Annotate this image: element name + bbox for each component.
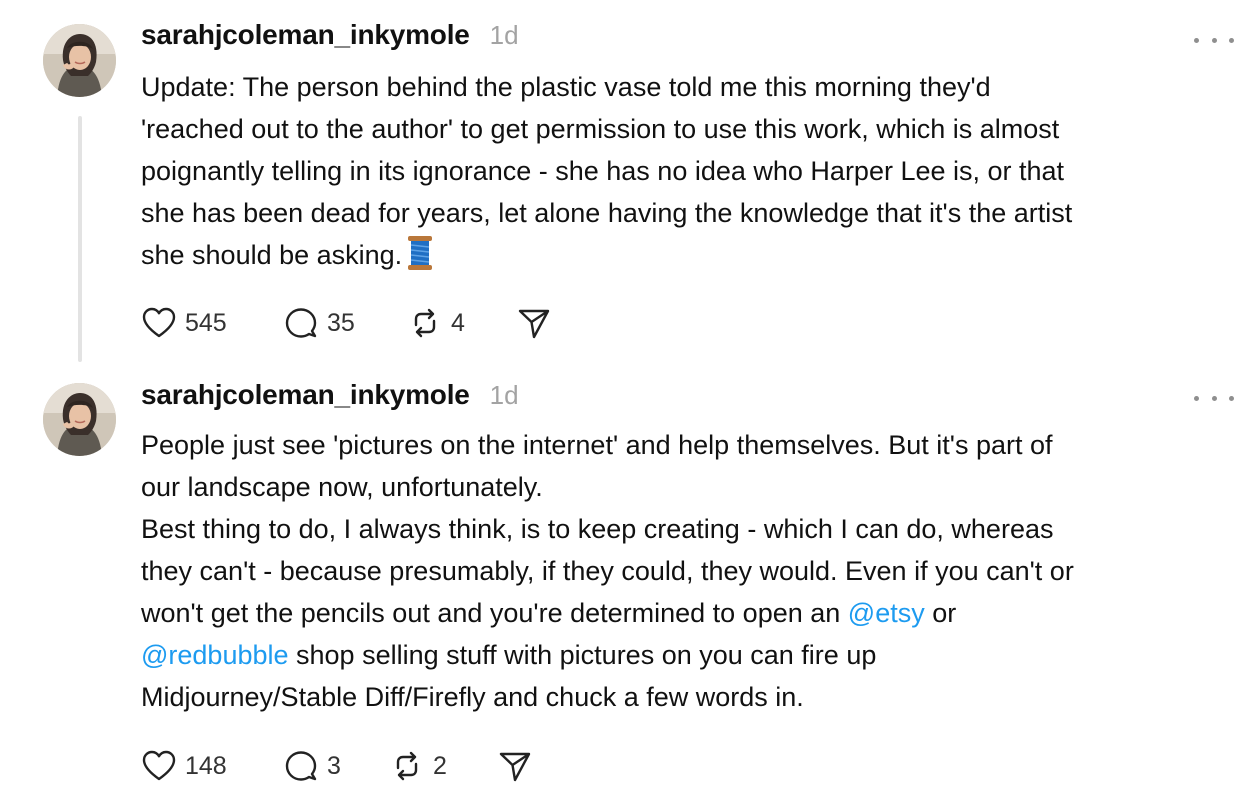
heart-icon [142,750,176,781]
avatar-image [43,24,116,97]
post-text-line-last: she should be asking. [141,234,1231,276]
repost-button[interactable]: 4 [407,305,516,341]
share-icon [499,752,531,782]
like-button[interactable]: 148 [141,748,283,784]
post-text-line: poignantly telling in its ignorance - sh… [141,156,1065,186]
reply-count: 35 [327,308,355,337]
heart-icon [142,307,176,338]
post-text-line: she should be asking. [141,240,403,270]
share-button[interactable] [516,305,552,341]
post-text-segment: or [924,598,957,628]
post-text-line: Best thing to do, I always think, is to … [141,514,1054,544]
thread-line [78,116,82,362]
more-options-icon[interactable] [1194,386,1234,410]
post-text: People just see 'pictures on the interne… [141,424,1231,718]
post-actions: 148 3 2 [141,746,533,786]
repost-icon [414,308,436,338]
repost-count: 4 [451,308,465,337]
comment-icon [285,308,317,338]
reply-count: 3 [327,751,341,780]
repost-count: 2 [433,751,447,780]
avatar[interactable] [43,24,116,97]
more-options-icon[interactable] [1194,28,1234,52]
like-count: 148 [185,751,227,780]
post-text: Update: The person behind the plastic va… [141,66,1231,276]
share-button[interactable] [497,748,533,784]
reply-button[interactable]: 3 [283,748,389,784]
username[interactable]: sarahjcoleman_inkymole [141,379,470,411]
repost-icon [396,751,418,781]
post-text-line: People just see 'pictures on the interne… [141,430,1053,460]
post-text-segment: won't get the pencils out and you're det… [141,598,848,628]
reply-button[interactable]: 35 [283,305,407,341]
post-header: sarahjcoleman_inkymole 1d [141,379,519,413]
post-text-line: Midjourney/Stable Diff/Firefly and chuck… [141,682,804,712]
mention-link-etsy[interactable]: @etsy [848,598,925,628]
like-button[interactable]: 545 [141,305,283,341]
post-text-line: our landscape now, unfortunately. [141,472,543,502]
post: sarahjcoleman_inkymole 1d Update: The pe… [0,0,1260,370]
avatar-image [43,383,116,456]
post-text-line: they can't - because presumably, if they… [141,556,1074,586]
post: sarahjcoleman_inkymole 1d People just se… [0,370,1260,800]
post-header: sarahjcoleman_inkymole 1d [141,19,519,53]
post-text-line-mentions: won't get the pencils out and you're det… [141,592,1231,634]
post-actions: 545 35 4 [141,303,552,343]
thread-spool-icon [406,235,434,283]
avatar[interactable] [43,383,116,456]
username[interactable]: sarahjcoleman_inkymole [141,19,470,51]
post-text-segment: shop selling stuff with pictures on you … [288,640,877,670]
timestamp: 1d [489,20,519,50]
like-count: 545 [185,308,227,337]
share-icon [518,309,550,339]
post-text-line: Update: The person behind the plastic va… [141,72,991,102]
post-text-line: 'reached out to the author' to get permi… [141,114,1060,144]
post-text-line: she has been dead for years, let alone h… [141,198,1073,228]
timestamp: 1d [489,380,519,410]
mention-link-redbubble[interactable]: @redbubble [141,640,289,670]
repost-button[interactable]: 2 [389,748,497,784]
post-text-line-mentions: @redbubble shop selling stuff with pictu… [141,634,1231,676]
comment-icon [285,751,317,781]
